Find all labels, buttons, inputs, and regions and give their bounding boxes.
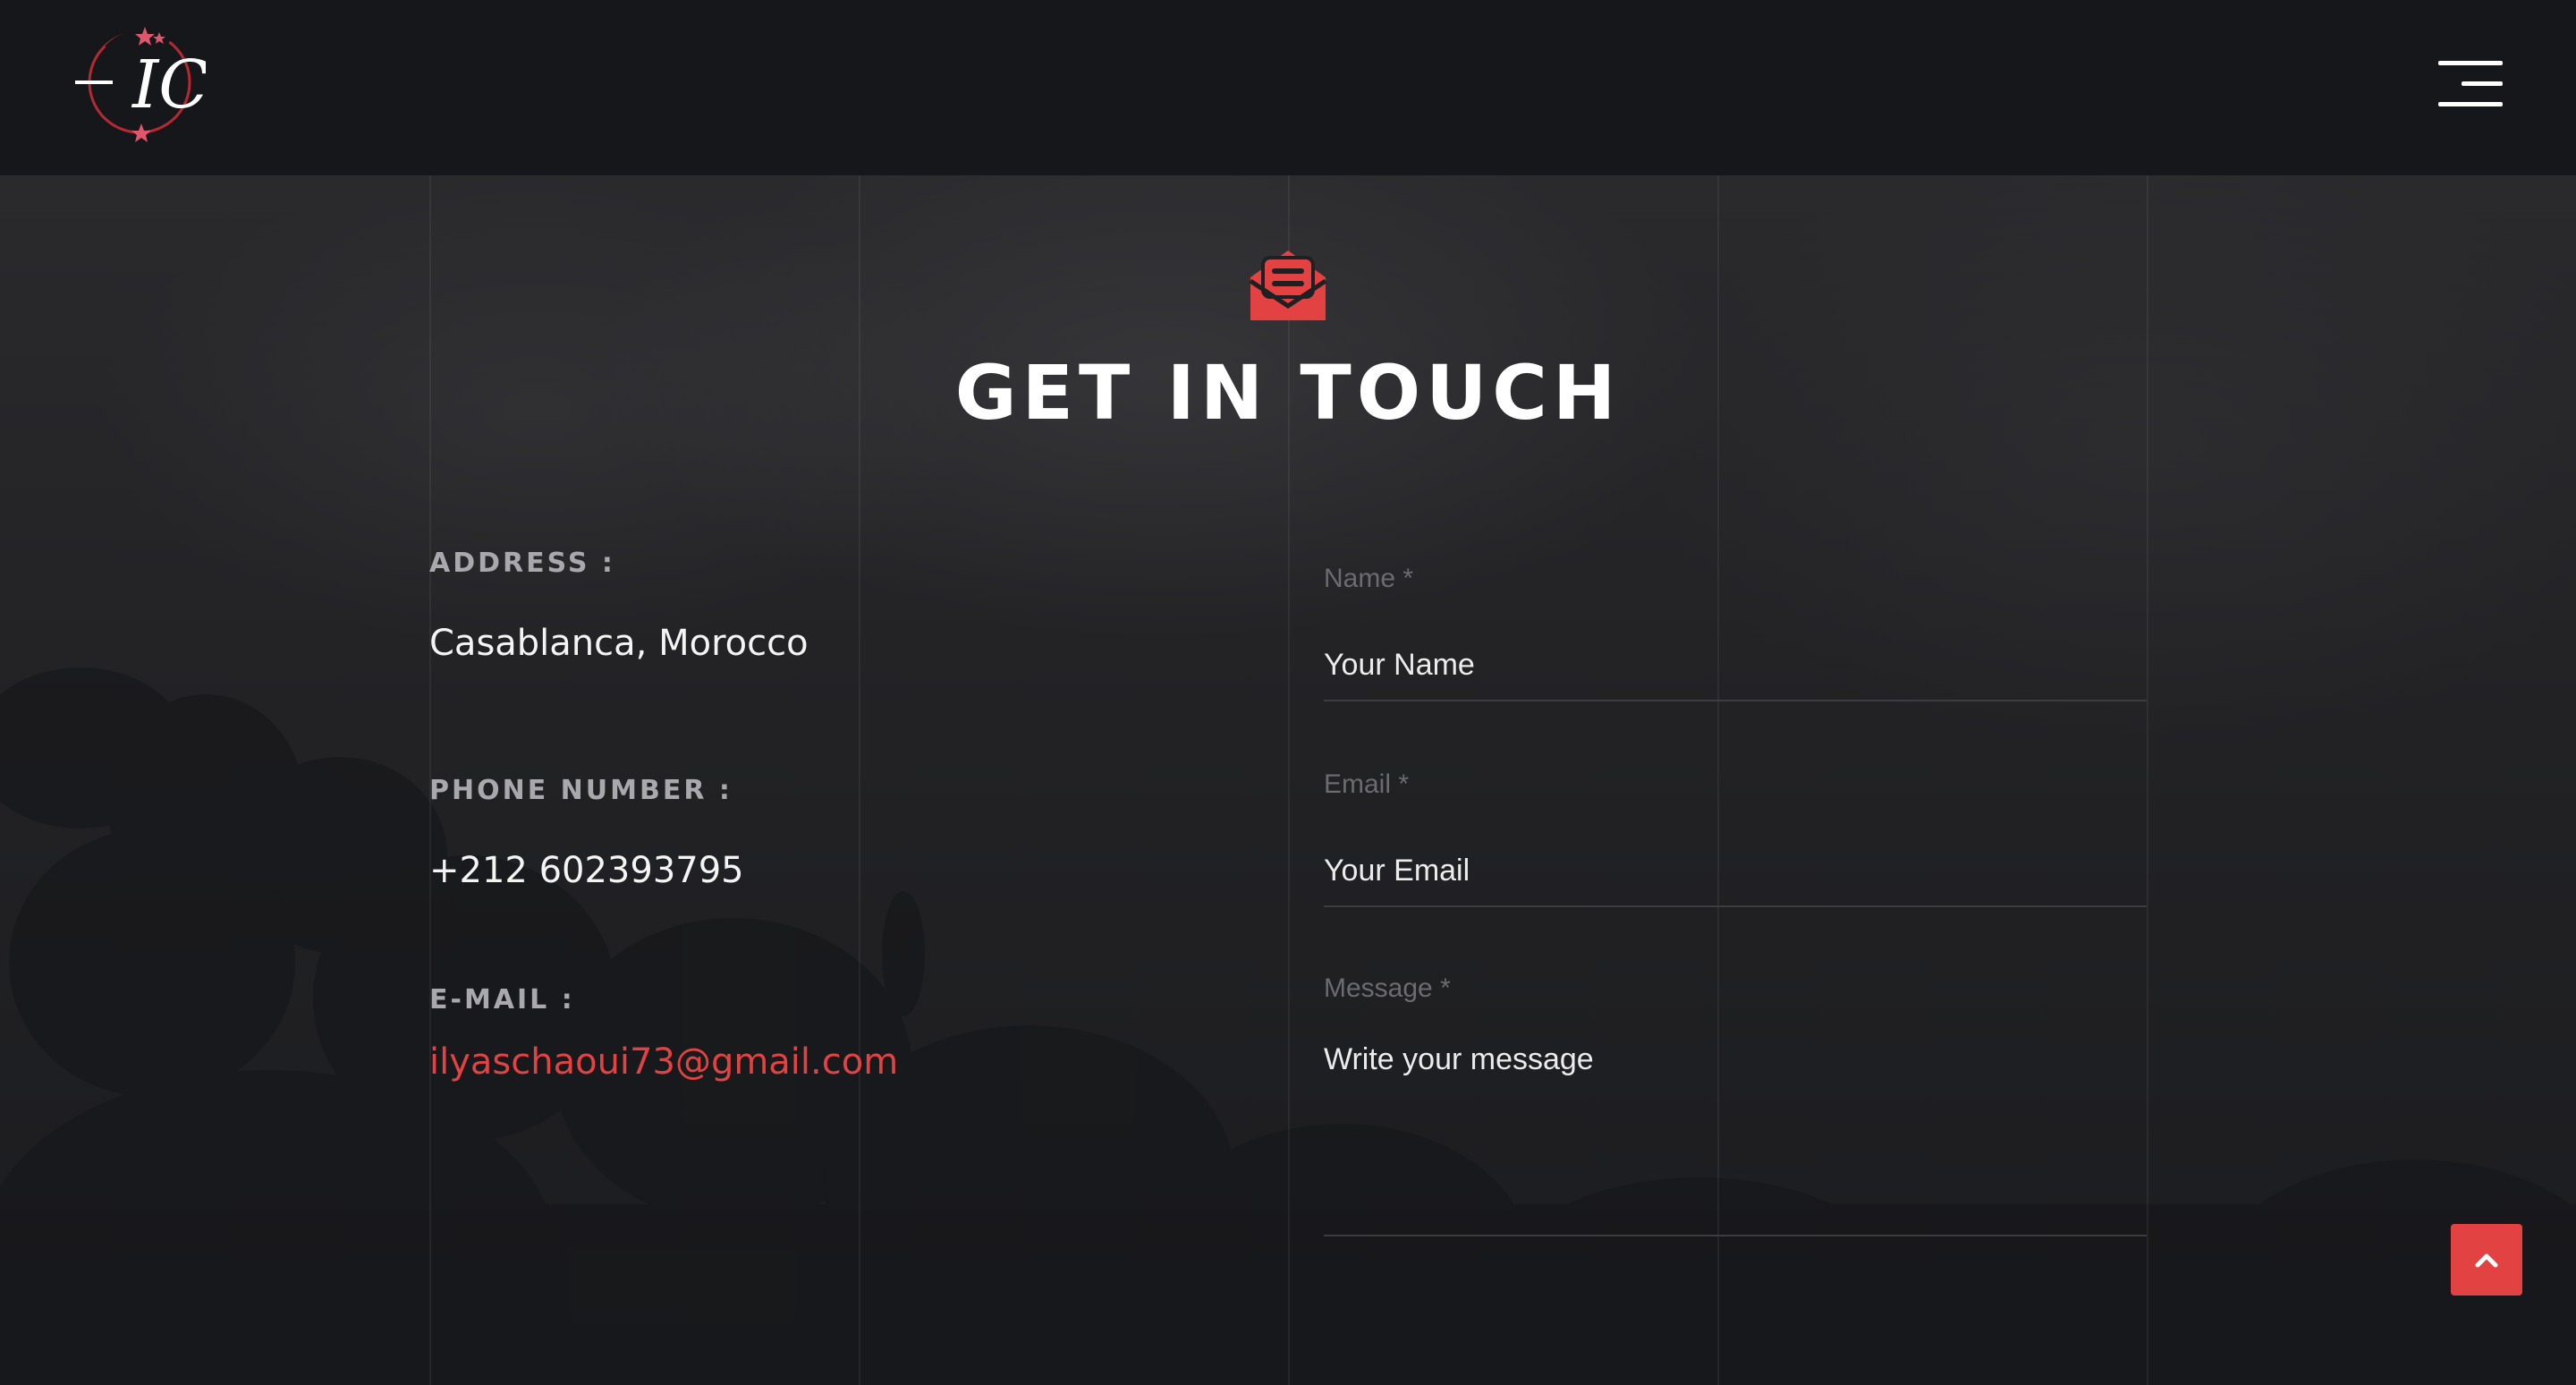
- menu-line: [2438, 102, 2503, 106]
- site-header: IC: [0, 0, 2576, 175]
- name-field-label: Name *: [1324, 564, 1414, 593]
- phone-value: +212 602393795: [429, 850, 744, 891]
- email-field-label: Email *: [1324, 769, 1410, 799]
- address-value: Casablanca, Morocco: [429, 623, 809, 664]
- address-label: ADDRESS :: [429, 548, 615, 579]
- envelope-open-icon: [1245, 242, 1331, 327]
- logo-mark: IC: [75, 27, 209, 142]
- section-title: GET IN TOUCH: [954, 349, 1622, 437]
- phone-label: PHONE NUMBER :: [429, 775, 733, 806]
- menu-line: [2438, 61, 2503, 65]
- svg-text:IC: IC: [131, 47, 206, 123]
- hamburger-menu-icon[interactable]: [2438, 59, 2503, 109]
- chevron-up-icon: [2475, 1253, 2498, 1268]
- email-input[interactable]: [1324, 836, 2147, 907]
- message-textarea[interactable]: [1324, 1038, 2147, 1236]
- name-input[interactable]: [1324, 630, 2147, 701]
- email-label: E-MAIL :: [429, 984, 575, 1015]
- back-to-top-button[interactable]: [2451, 1224, 2522, 1296]
- menu-line: [2462, 81, 2503, 86]
- email-link[interactable]: ilyaschaoui73@gmail.com: [429, 1041, 898, 1083]
- site-logo[interactable]: IC: [72, 21, 209, 147]
- message-field-label: Message *: [1324, 973, 1451, 1003]
